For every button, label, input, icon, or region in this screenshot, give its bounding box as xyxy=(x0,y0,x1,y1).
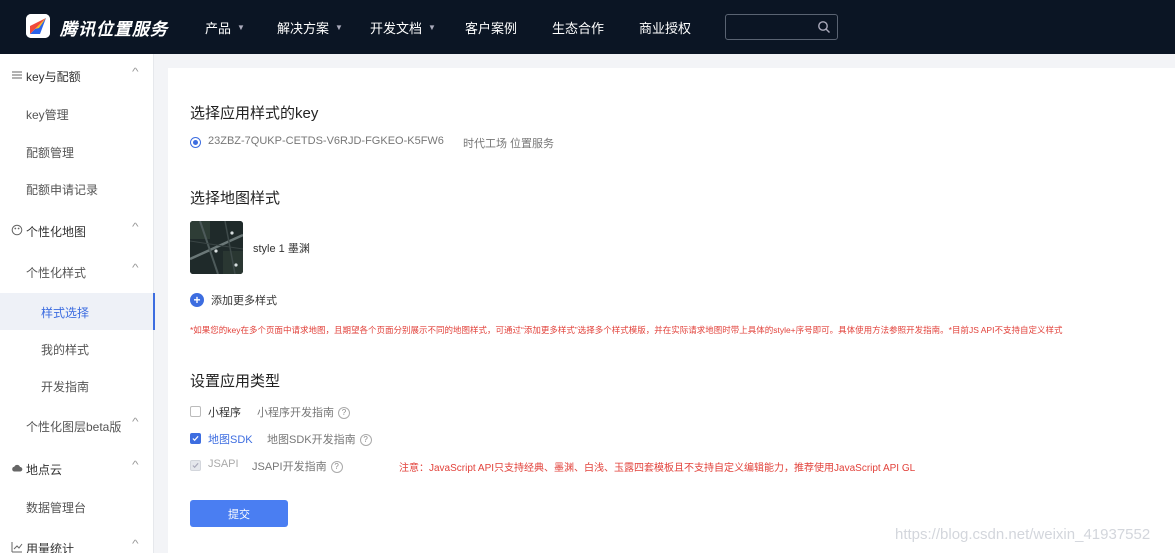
sidebar-item-dev-guide[interactable]: 开发指南 xyxy=(0,367,154,404)
sidebar-item-data-console[interactable]: 数据管理台 xyxy=(0,488,154,525)
chart-icon xyxy=(11,542,23,553)
chevron-up-icon: ^ xyxy=(132,263,139,274)
nav-ecosystem[interactable]: 生态合作 xyxy=(552,0,604,54)
sidebar-group-label: 个性化地图 xyxy=(26,225,87,239)
nav-products[interactable]: 产品 ▼ xyxy=(205,0,245,54)
jsapi-checkbox[interactable] xyxy=(190,460,201,471)
chevron-up-icon: ^ xyxy=(132,67,139,78)
style-notice: *如果您的key在多个页面中请求地图，且期望各个页面分别展示不同的地图样式，可通… xyxy=(190,325,1063,335)
key-section-title: 选择应用样式的key xyxy=(190,105,319,122)
map-sdk-guide-link[interactable]: 地图SDK开发指南? xyxy=(267,431,372,447)
sidebar-item-key-manage[interactable]: key管理 xyxy=(0,95,154,132)
key-description: 时代工场 位置服务 xyxy=(463,138,555,150)
map-style-section-title: 选择地图样式 xyxy=(190,190,281,207)
sidebar-group-usage[interactable]: 用量统计 ^ xyxy=(0,529,154,553)
chevron-down-icon: ▼ xyxy=(428,22,436,32)
key-radio[interactable] xyxy=(190,137,201,148)
sidebar: key与配额 ^ key管理 配额管理 配额申请记录 个性化地图 ^ 个性化样式… xyxy=(0,54,155,553)
search-icon[interactable] xyxy=(817,20,831,34)
sidebar-group-custom-map[interactable]: 个性化地图 ^ xyxy=(0,212,154,249)
app-type-section-title: 设置应用类型 xyxy=(190,373,281,390)
sidebar-item-quota-manage[interactable]: 配额管理 xyxy=(0,133,154,170)
chevron-up-icon: ^ xyxy=(132,460,139,471)
main-card: 选择应用样式的key 23ZBZ-7QUKP-CETDS-V6RJD-FGKEO… xyxy=(168,68,1175,553)
miniprogram-guide-link[interactable]: 小程序开发指南? xyxy=(257,404,350,420)
jsapi-guide-link[interactable]: JSAPI开发指南? xyxy=(252,458,343,474)
cloud-icon xyxy=(12,464,23,472)
nav-cases[interactable]: 客户案例 xyxy=(465,0,517,54)
sidebar-group-poi-cloud[interactable]: 地点云 ^ xyxy=(0,450,154,487)
sidebar-item-custom-style[interactable]: 个性化样式 ^ xyxy=(0,253,154,290)
submit-button[interactable]: 提交 xyxy=(190,500,288,527)
help-icon[interactable]: ? xyxy=(338,407,350,420)
miniprogram-label[interactable]: 小程序 xyxy=(208,404,241,420)
search-box[interactable] xyxy=(725,14,838,40)
tencent-location-logo-icon[interactable] xyxy=(26,14,50,38)
sidebar-group-label: key与配额 xyxy=(26,70,81,84)
key-value[interactable]: 23ZBZ-7QUKP-CETDS-V6RJD-FGKEO-K5FW6 xyxy=(208,135,444,147)
nav-dev-docs[interactable]: 开发文档 ▼ xyxy=(370,0,436,54)
chevron-up-icon: ^ xyxy=(132,539,139,550)
map-sdk-checkbox[interactable] xyxy=(190,433,201,444)
style-thumbnail[interactable] xyxy=(190,221,243,274)
map-sdk-label[interactable]: 地图SDK xyxy=(208,431,253,447)
jsapi-warning: 注意：JavaScript API只支持经典、墨渊、白浅、玉露四套模板且不支持自… xyxy=(399,463,916,474)
watermark: https://blog.csdn.net/weixin_41937552 xyxy=(895,526,1151,543)
jsapi-label[interactable]: JSAPI xyxy=(208,458,239,470)
sidebar-group-label: 用量统计 xyxy=(26,542,75,553)
chevron-down-icon: ▼ xyxy=(335,22,343,32)
help-icon[interactable]: ? xyxy=(330,461,343,474)
nav-solutions[interactable]: 解决方案 ▼ xyxy=(277,0,343,54)
search-input[interactable] xyxy=(730,18,812,36)
check-icon xyxy=(192,462,199,469)
style-name: style 1 墨渊 xyxy=(253,243,310,255)
palette-icon xyxy=(11,224,23,236)
chevron-down-icon: ▼ xyxy=(237,22,245,32)
sidebar-item-quota-record[interactable]: 配额申请记录 xyxy=(0,170,154,207)
check-icon xyxy=(192,435,199,442)
top-navbar: 腾讯位置服务 产品 ▼ 解决方案 ▼ 开发文档 ▼ 客户案例 生态合作 商业授权 xyxy=(0,0,1175,54)
nav-license[interactable]: 商业授权 xyxy=(639,0,691,54)
help-icon[interactable]: ? xyxy=(359,434,372,447)
brand-title[interactable]: 腾讯位置服务 xyxy=(60,15,168,40)
chevron-up-icon: ^ xyxy=(132,222,139,233)
plus-circle-icon: + xyxy=(190,293,204,307)
sidebar-item-my-style[interactable]: 我的样式 xyxy=(0,330,154,367)
list-icon xyxy=(12,71,22,79)
chevron-up-icon: ^ xyxy=(132,417,139,428)
sidebar-group-key-quota[interactable]: key与配额 ^ xyxy=(0,57,154,94)
miniprogram-checkbox[interactable] xyxy=(190,406,201,417)
map-thumbnail-icon xyxy=(190,221,243,274)
sidebar-group-label: 地点云 xyxy=(26,463,63,477)
sidebar-item-style-select[interactable]: 样式选择 xyxy=(0,293,155,330)
add-more-style-button[interactable]: + 添加更多样式 xyxy=(190,292,277,308)
sidebar-item-layer-beta[interactable]: 个性化图层beta版 ^ xyxy=(0,407,154,444)
